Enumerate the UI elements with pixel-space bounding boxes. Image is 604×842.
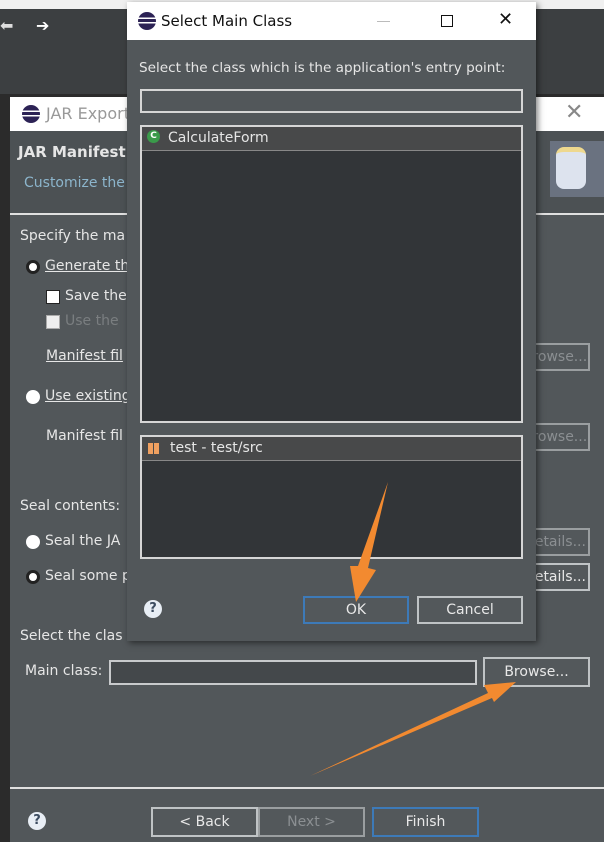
arrow-to-browse — [310, 682, 516, 776]
annotation-arrows — [310, 482, 516, 776]
arrow-to-ok — [350, 482, 388, 602]
